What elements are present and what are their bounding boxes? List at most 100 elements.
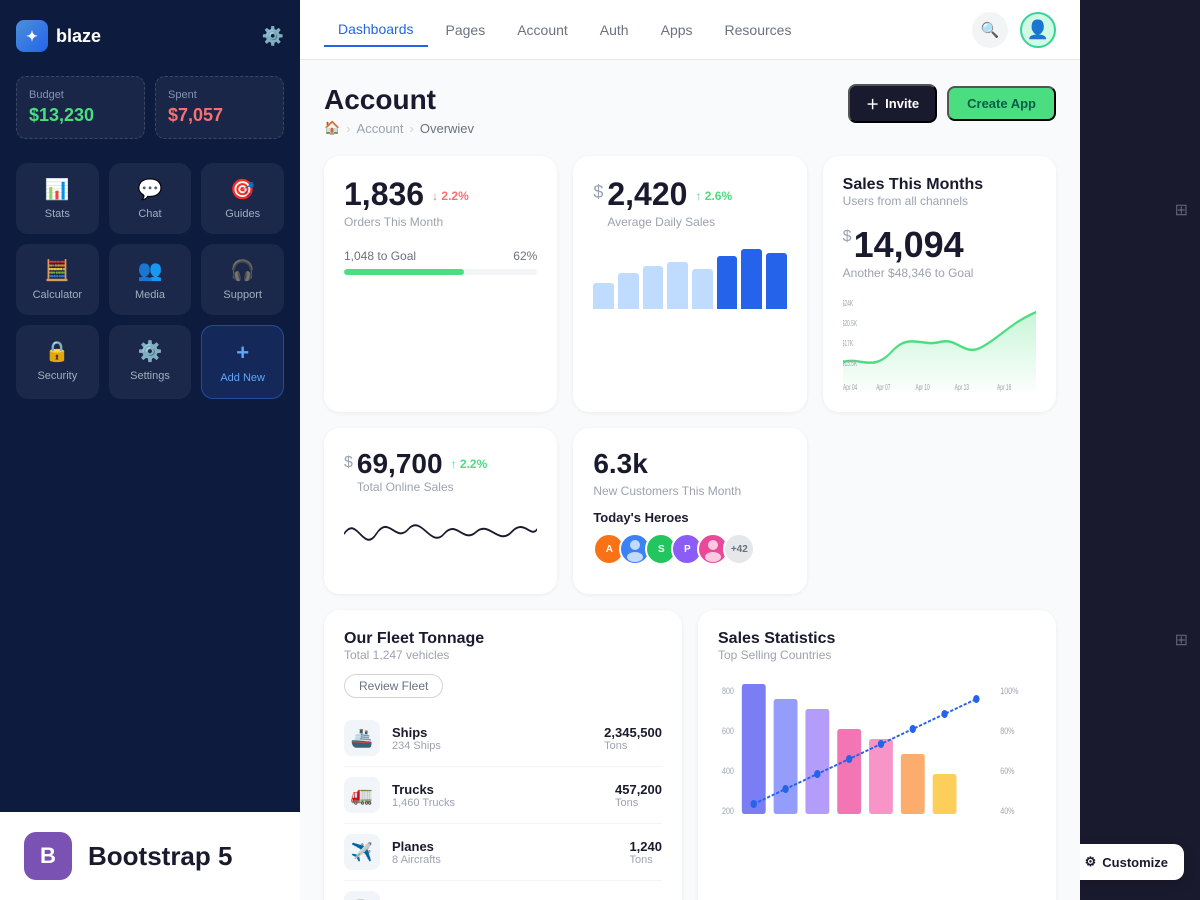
calculator-icon: 🧮 [45, 258, 70, 283]
sidebar-item-calculator[interactable]: 🧮 Calculator [16, 244, 99, 315]
nav-link-account[interactable]: Account [503, 14, 582, 46]
logo-icon: ✦ [16, 20, 48, 52]
logo-area: ✦ blaze [16, 20, 101, 52]
invite-plus-icon: ＋ [866, 94, 879, 113]
daily-sales-change: ↑ 2.6% [695, 189, 732, 203]
trucks-unit: Tons [615, 797, 662, 809]
add-new-label: Add New [220, 372, 265, 384]
heroes-avatars: A S P +42 [593, 533, 786, 565]
add-new-icon: + [236, 340, 249, 366]
sidebar-item-media[interactable]: 👥 Media [109, 244, 192, 315]
fleet-info-ships: Ships 234 Ships [392, 725, 592, 752]
online-dollar: $ [344, 454, 353, 472]
guides-label: Guides [225, 208, 260, 220]
sidebar-header: ✦ blaze ⚙️ [16, 20, 284, 52]
planes-sub: 8 Aircrafts [392, 854, 617, 866]
breadcrumb-home: 🏠 [324, 120, 340, 136]
svg-text:60%: 60% [1000, 766, 1014, 776]
svg-text:Apr 04: Apr 04 [843, 384, 857, 392]
sidebar-item-add-new[interactable]: + Add New [201, 325, 284, 399]
progress-goal: 1,048 to Goal [344, 249, 416, 263]
progress-bar-fill [344, 269, 464, 275]
planes-value: 1,240 [629, 839, 662, 854]
fleet-row-planes: ✈️ Planes 8 Aircrafts 1,240 Tons [344, 824, 662, 881]
progress-pct: 62% [513, 249, 537, 263]
create-app-button[interactable]: Create App [947, 86, 1056, 121]
svg-text:80%: 80% [1000, 726, 1014, 736]
page-title: Account [324, 84, 474, 116]
sidebar-item-stats[interactable]: 📊 Stats [16, 163, 99, 234]
dollar-prefix: $ [593, 182, 603, 203]
trucks-value: 457,200 [615, 782, 662, 797]
planes-value-area: 1,240 Tons [629, 839, 662, 866]
svg-text:200: 200 [722, 806, 734, 816]
bootstrap-logo: B [24, 832, 72, 880]
sidebar-item-chat[interactable]: 💬 Chat [109, 163, 192, 234]
customize-button[interactable]: ⚙ Customize [1080, 844, 1184, 880]
right-settings-icon[interactable]: ⊞ [1175, 200, 1188, 220]
budget-value: $13,230 [29, 105, 132, 126]
ships-value-area: 2,345,500 Tons [604, 725, 662, 752]
right-panel: ⊞ ⊞ ⚙ Customize [1080, 0, 1200, 900]
sidebar-item-support[interactable]: 🎧 Support [201, 244, 284, 315]
bar-5 [692, 269, 713, 309]
spent-label: Spent [168, 89, 271, 101]
security-label: Security [37, 370, 77, 382]
right-settings-icon2[interactable]: ⊞ [1175, 630, 1188, 650]
online-sales-card: $ 69,700 ↑ 2.2% Total Online Sales [324, 428, 557, 594]
sidebar-menu-icon[interactable]: ⚙️ [262, 26, 284, 47]
bar-7 [741, 249, 762, 309]
calculator-label: Calculator [33, 289, 83, 301]
planes-name: Planes [392, 839, 617, 854]
svg-text:100%: 100% [1000, 686, 1018, 696]
sales-stats-title: Sales Statistics [718, 630, 1036, 648]
daily-sales-value: 2,420 [607, 176, 687, 213]
sales-stats-sub: Top Selling Countries [718, 648, 1036, 662]
sales-month-card: Sales This Months Users from all channel… [823, 156, 1056, 412]
breadcrumb: 🏠 › Account › Overwiev [324, 120, 474, 136]
guides-icon: 🎯 [230, 177, 255, 202]
svg-text:$17K: $17K [843, 340, 853, 348]
bar-6 [717, 256, 738, 309]
svg-text:40%: 40% [1000, 806, 1014, 816]
sales-dollar: $ [843, 228, 852, 246]
search-button[interactable]: 🔍 [972, 12, 1008, 48]
trucks-value-area: 457,200 Tons [615, 782, 662, 809]
ships-icon: 🚢 [344, 720, 380, 756]
sidebar-item-settings[interactable]: ⚙️ Settings [109, 325, 192, 399]
support-label: Support [223, 289, 262, 301]
review-fleet-button[interactable]: Review Fleet [344, 674, 443, 698]
sales-month-value: 14,094 [854, 224, 964, 266]
support-icon: 🎧 [230, 258, 255, 283]
progress-label: 1,048 to Goal 62% [344, 249, 537, 263]
nav-link-pages[interactable]: Pages [432, 14, 500, 46]
settings-label: Settings [130, 370, 170, 382]
user-avatar[interactable] [1020, 12, 1056, 48]
nav-link-dashboards[interactable]: Dashboards [324, 13, 428, 47]
svg-text:$13.5K: $13.5K [843, 360, 858, 368]
chat-icon: 💬 [138, 177, 163, 202]
sales-stats-card: Sales Statistics Top Selling Countries 8… [698, 610, 1056, 900]
progress-section: 1,048 to Goal 62% [344, 249, 537, 275]
invite-button[interactable]: ＋ Invite [848, 84, 937, 123]
nav-link-auth[interactable]: Auth [586, 14, 643, 46]
online-sales-label: Total Online Sales [357, 480, 487, 494]
fleet-card: Our Fleet Tonnage Total 1,247 vehicles R… [324, 610, 682, 900]
nav-link-apps[interactable]: Apps [647, 14, 707, 46]
svg-text:600: 600 [722, 726, 734, 736]
nav-link-resources[interactable]: Resources [711, 14, 806, 46]
bar-2 [618, 273, 639, 309]
sidebar-item-security[interactable]: 🔒 Security [16, 325, 99, 399]
svg-text:Apr 13: Apr 13 [954, 384, 968, 392]
bootstrap-badge: B Bootstrap 5 [0, 812, 300, 900]
sidebar-item-guides[interactable]: 🎯 Guides [201, 163, 284, 234]
bottom-grid: Our Fleet Tonnage Total 1,247 vehicles R… [324, 610, 1056, 900]
sales-goal-text: Another $48,346 to Goal [843, 266, 1036, 280]
svg-text:Apr 07: Apr 07 [876, 384, 890, 392]
header-actions: ＋ Invite Create App [848, 84, 1056, 123]
page-content: Account 🏠 › Account › Overwiev ＋ Invite … [300, 60, 1080, 900]
top-nav: Dashboards Pages Account Auth Apps Resou… [300, 0, 1080, 60]
settings-icon: ⚙️ [138, 339, 163, 364]
fleet-title: Our Fleet Tonnage [344, 630, 662, 648]
breadcrumb-account: Account [357, 121, 404, 136]
